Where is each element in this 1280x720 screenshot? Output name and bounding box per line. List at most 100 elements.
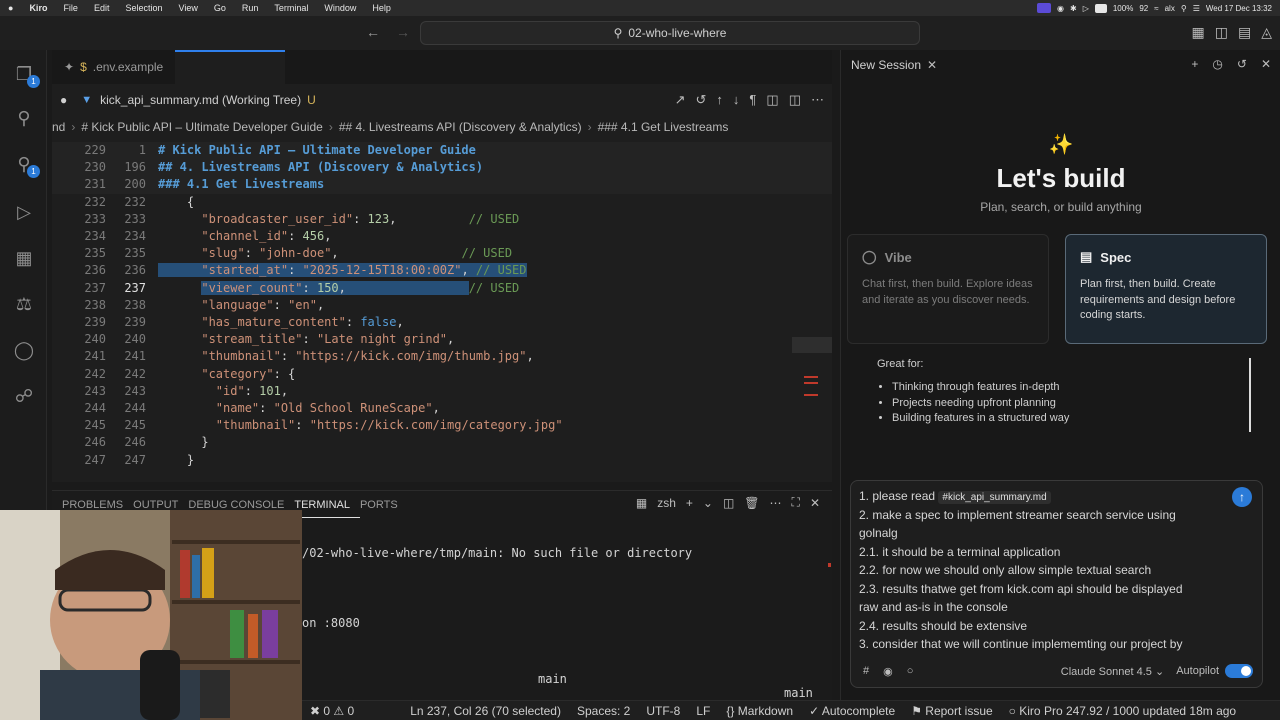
code-line[interactable]: 244 244 "name": "Old School RuneScape",	[52, 400, 832, 417]
code-line[interactable]: 236 236 "started_at": "2025-12-15T18:00:0…	[52, 262, 832, 279]
cursor-position[interactable]: Ln 237, Col 26 (70 selected)	[402, 704, 569, 718]
search-icon[interactable]: ⚲	[1181, 4, 1187, 13]
sticky-scroll-line[interactable]: 229 1 # Kick Public API – Ultimate Develop…	[52, 142, 832, 160]
play-icon[interactable]: ▷	[1083, 4, 1089, 13]
toggle-panel-icon[interactable]: ▤	[1238, 24, 1251, 41]
circle-status-icon[interactable]: ○	[907, 665, 914, 677]
breadcrumb-item[interactable]: # Kick Public API – Ultimate Developer G…	[81, 120, 322, 134]
split-editor-icon[interactable]: ◫	[789, 92, 801, 108]
preview-icon[interactable]: ◫	[766, 92, 778, 108]
tab-ports[interactable]: PORTS	[360, 495, 408, 518]
user-name[interactable]: alx	[1165, 4, 1175, 13]
sticky-scroll-line[interactable]: 230 196 ## 4. Livestreams API (Discovery &…	[52, 159, 832, 177]
control-center-icon[interactable]: ☰	[1193, 4, 1200, 13]
split-terminal-icon[interactable]: ◫	[723, 496, 734, 510]
menu-selection[interactable]: Selection	[117, 3, 170, 13]
language-mode[interactable]: {} Markdown	[718, 704, 801, 718]
editor-overview-ruler[interactable]	[792, 142, 832, 482]
autopilot-toggle[interactable]	[1225, 664, 1253, 678]
breadcrumb-item[interactable]: ### 4.1 Get Livestreams	[598, 120, 729, 134]
forward-arrow-icon[interactable]: →	[396, 24, 410, 40]
wifi-icon[interactable]: ≈	[1154, 4, 1158, 13]
breadcrumb-item[interactable]: ## 4. Livestreams API (Discovery & Analy…	[339, 120, 582, 134]
testing-icon[interactable]: ⚖	[12, 292, 36, 316]
chat-prompt-input[interactable]: 1. please read #kick_api_summary.md 2. m…	[850, 480, 1263, 688]
code-line[interactable]: 239 239 "has_mature_content": false,	[52, 314, 832, 331]
code-line[interactable]: 237 237 "viewer_count": 150, // USED	[52, 280, 832, 297]
kiro-ghost-icon[interactable]: ◯	[12, 338, 36, 362]
menu-window[interactable]: Window	[316, 3, 364, 13]
spec-mode-card[interactable]: ▤ Spec Plan first, then build. Create req…	[1065, 234, 1267, 344]
toggle-secondary-sidebar-icon[interactable]: ◬	[1261, 24, 1272, 41]
vibe-mode-card[interactable]: ◯ Vibe Chat first, then build. Explore id…	[847, 234, 1049, 344]
revert-icon[interactable]: ↺	[696, 92, 707, 108]
close-icon[interactable]: ✕	[927, 58, 937, 72]
code-editor[interactable]: 229 1 # Kick Public API – Ultimate Develop…	[52, 142, 832, 482]
tab-kick-api-summary[interactable]: kick_api_summary.md (Working Tree) U	[100, 93, 316, 107]
menu-terminal[interactable]: Terminal	[266, 3, 316, 13]
open-changes-icon[interactable]: ↗	[675, 92, 686, 108]
tab-terminal[interactable]: TERMINAL	[294, 495, 360, 518]
code-line[interactable]: 238 238 "language": "en",	[52, 297, 832, 314]
apple-menu[interactable]: ●	[0, 3, 21, 13]
menu-edit[interactable]: Edit	[86, 3, 118, 13]
image-attach-icon[interactable]: ◉	[883, 665, 893, 678]
terminal-shell-name[interactable]: zsh	[657, 496, 676, 510]
code-line[interactable]: 246 246 }	[52, 434, 832, 451]
code-line[interactable]: 247 247 }	[52, 452, 832, 469]
report-issue[interactable]: ⚑ Report issue	[903, 704, 1000, 718]
encoding[interactable]: UTF-8	[638, 704, 688, 718]
scroll-thumb[interactable]	[792, 337, 832, 353]
autocomplete-status[interactable]: ✓ Autocomplete	[801, 704, 903, 718]
mic-icon[interactable]: ◉	[1057, 4, 1064, 13]
code-line[interactable]: 243 243 "id": 101,	[52, 383, 832, 400]
toggle-sidebar-icon[interactable]: ◫	[1215, 24, 1228, 41]
history-icon[interactable]: ◷	[1212, 57, 1222, 71]
breadcrumb-item[interactable]: nd	[52, 120, 65, 134]
explorer-icon[interactable]: ❐ 1	[12, 62, 40, 88]
source-control-icon[interactable]: ⚲ 1	[12, 152, 40, 178]
tab-env-example[interactable]: ✦ $ .env.example	[52, 50, 175, 84]
code-line[interactable]: 242 242 "category": {	[52, 366, 832, 383]
code-line[interactable]: 233 233 "broadcaster_user_id": 123, // US…	[52, 211, 832, 228]
code-line[interactable]: 245 245 "thumbnail": "https://kick.com/im…	[52, 417, 832, 434]
problems-status[interactable]: ✖ 0 ⚠ 0	[302, 704, 362, 718]
back-arrow-icon[interactable]: ←	[366, 24, 380, 40]
whitespace-icon[interactable]: ¶	[749, 92, 756, 108]
code-line[interactable]: 240 240 "stream_title": "Late night grind…	[52, 331, 832, 348]
next-change-icon[interactable]: ↓	[733, 92, 740, 108]
extensions-icon[interactable]: ▦	[12, 246, 36, 270]
menu-go[interactable]: Go	[206, 3, 234, 13]
indentation[interactable]: Spaces: 2	[569, 704, 638, 718]
new-session-icon[interactable]: +	[1191, 57, 1198, 71]
keyboard-a-icon[interactable]	[1094, 3, 1107, 13]
bluetooth-icon[interactable]: ✱	[1070, 4, 1077, 13]
close-icon[interactable]: ✕	[1261, 57, 1271, 71]
revert-icon[interactable]: ↺	[1237, 57, 1247, 71]
menu-help[interactable]: Help	[364, 3, 399, 13]
code-line[interactable]: 241 241 "thumbnail": "https://kick.com/im…	[52, 348, 832, 365]
run-debug-icon[interactable]: ▷	[12, 200, 36, 224]
file-context-chip[interactable]: #kick_api_summary.md	[938, 491, 1051, 504]
more-actions-icon[interactable]: ⋯	[811, 92, 824, 108]
clock[interactable]: Wed 17 Dec 13:32	[1206, 4, 1272, 13]
layout-icon[interactable]: ▦	[1192, 24, 1205, 41]
sticky-scroll-line[interactable]: 231 200 ### 4.1 Get Livestreams	[52, 176, 832, 194]
menu-view[interactable]: View	[171, 3, 206, 13]
hash-context-icon[interactable]: #	[863, 665, 869, 677]
screen-record-icon[interactable]	[1037, 3, 1051, 13]
chevron-down-icon[interactable]: ⌄	[703, 496, 713, 510]
maximize-panel-icon[interactable]: ⛶	[792, 495, 800, 510]
code-line[interactable]: 235 235 "slug": "john-doe", // USED	[52, 245, 832, 262]
send-button[interactable]: ↑	[1232, 487, 1252, 507]
new-terminal-icon[interactable]: +	[686, 496, 693, 510]
code-line[interactable]: 232 232 {	[52, 194, 832, 211]
code-line[interactable]: 234 234 "channel_id": 456,	[52, 228, 832, 245]
pin-icon[interactable]: ✦	[64, 60, 74, 74]
menu-file[interactable]: File	[55, 3, 86, 13]
trash-icon[interactable]: 🗑	[744, 496, 759, 510]
app-menu[interactable]: Kiro	[21, 3, 55, 13]
close-icon[interactable]: ✕	[810, 496, 820, 510]
menu-run[interactable]: Run	[234, 3, 267, 13]
search-icon[interactable]: ⚲	[12, 106, 36, 130]
